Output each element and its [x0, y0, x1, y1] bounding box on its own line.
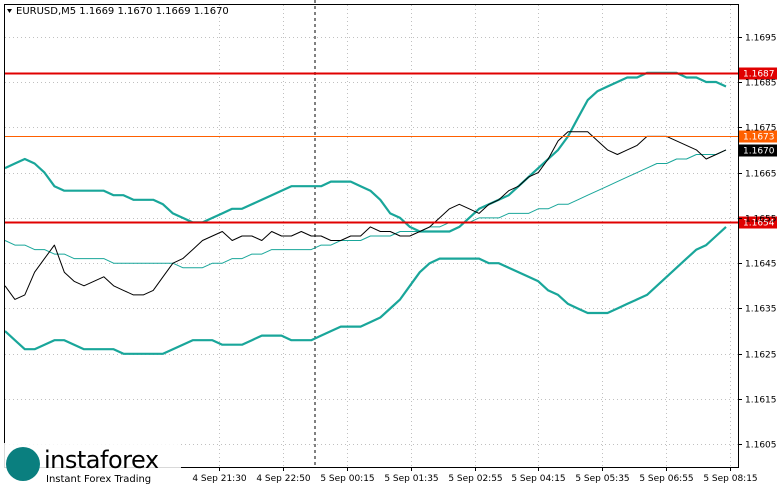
y-tick-label: 1.1655 — [745, 215, 777, 225]
x-tick-label: 5 Sep 05:35 — [575, 474, 629, 484]
logo-name: instaforex — [44, 446, 159, 474]
y-tick-label: 1.1685 — [745, 79, 777, 89]
logo-tagline: Instant Forex Trading — [46, 474, 152, 485]
levels-layer: 1.16871.16731.16701.1654 — [5, 67, 777, 229]
y-tick-label: 1.1625 — [745, 351, 777, 361]
y-tick-label: 1.1665 — [745, 170, 777, 180]
x-tick-label: 4 Sep 21:30 — [192, 474, 247, 484]
y-tick-label: 1.1605 — [745, 441, 777, 451]
level-label: 1.1670 — [743, 147, 775, 157]
series-line — [4, 226, 727, 355]
logo-mark-icon — [6, 447, 40, 481]
series-line — [4, 131, 727, 300]
chart-title: EURUSD,M5 1.1669 1.1670 1.1669 1.1670 — [16, 6, 229, 17]
x-tick-label: 5 Sep 02:55 — [448, 474, 502, 484]
x-axis: 4 Sep 21:30 4 Sep 22:50 5 Sep 00:15 5 Sep 0… — [192, 467, 758, 484]
x-tick-label: 5 Sep 06:55 — [639, 474, 693, 484]
y-tick-label: 1.1635 — [745, 305, 777, 315]
y-axis: 1.1695 1.1685 1.1675 1.1665 1.1655 1.1645 1.16… — [738, 34, 777, 451]
y-tick-label: 1.1615 — [745, 396, 777, 406]
y-tick-label: 1.1645 — [745, 260, 777, 270]
price-chart: 1.16871.16731.16701.1654 1.16951.16851.1… — [4, 0, 777, 484]
series-line — [4, 149, 727, 269]
x-tick-label: 5 Sep 01:35 — [384, 474, 438, 484]
series-line — [4, 71, 727, 233]
symbol-marker-icon — [7, 9, 12, 13]
x-tick-label: 5 Sep 08:15 — [703, 474, 757, 484]
instaforex-logo: instaforex Instant Forex Trading — [0, 443, 181, 489]
y-tick-label: 1.1695 — [745, 34, 777, 44]
x-tick-label: 5 Sep 00:15 — [320, 474, 374, 484]
x-tick-label: 4 Sep 22:50 — [256, 474, 311, 484]
level-label: 1.1673 — [743, 133, 775, 143]
series-layer — [4, 71, 727, 355]
y-tick-label: 1.1675 — [745, 124, 777, 134]
x-tick-label: 5 Sep 04:15 — [511, 474, 565, 484]
